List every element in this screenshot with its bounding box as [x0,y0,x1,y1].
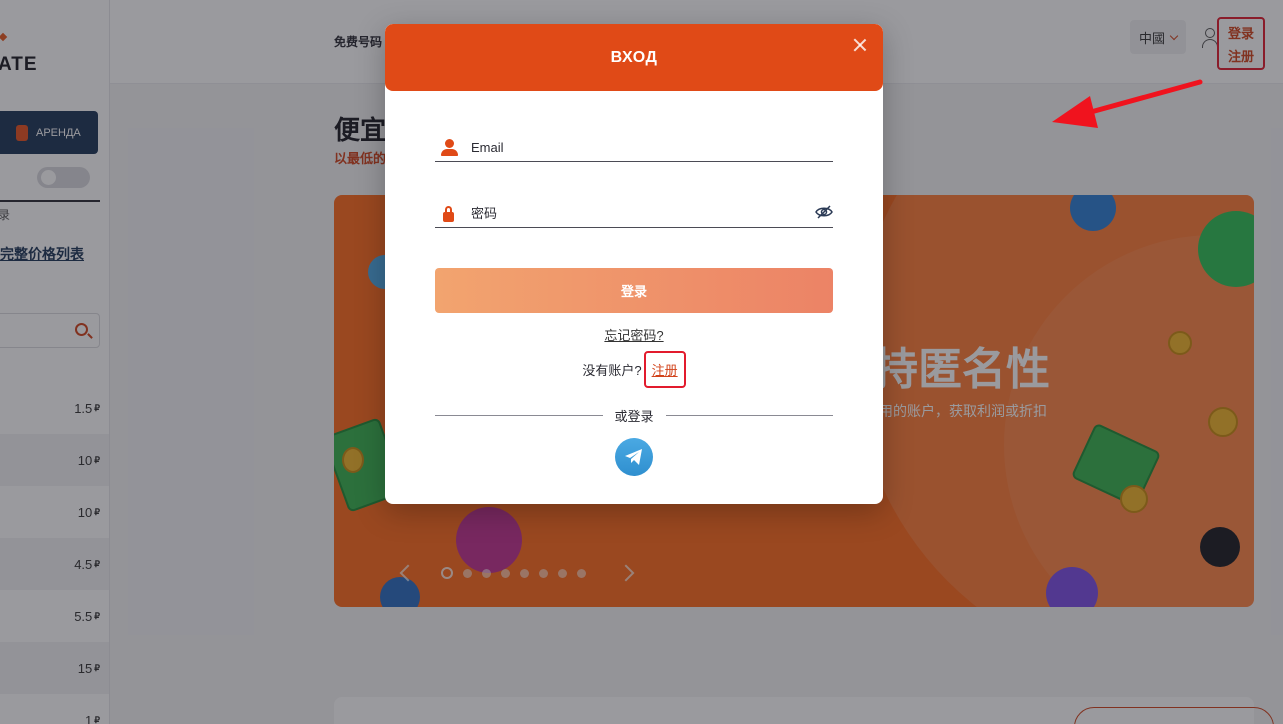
login-button[interactable]: 登录 [435,268,833,313]
eye-off-icon[interactable] [815,205,833,219]
modal-title: ВХОД [610,48,658,66]
lock-icon [441,205,461,223]
or-login-text: 或登录 [614,409,654,424]
telegram-icon [625,449,642,465]
no-account-text: 没有账户? [582,363,642,378]
email-field [435,134,833,162]
password-input[interactable] [471,201,833,226]
login-modal: ВХОД 登录 忘记密码? 没有账户? 注册 或登录 [385,24,883,504]
register-link[interactable]: 注册 [652,363,678,378]
no-account-row: 没有账户? 注册 [385,351,883,388]
user-icon [441,138,461,157]
or-login-divider: 或登录 [435,406,834,425]
register-highlight: 注册 [643,351,686,388]
email-input[interactable] [471,135,833,160]
close-icon[interactable] [853,38,867,52]
divider-line [665,415,834,416]
divider-line [435,415,603,416]
password-field [435,200,833,228]
modal-header: ВХОД [385,24,883,91]
forgot-password-row: 忘记密码? [385,325,883,344]
forgot-password-link[interactable]: 忘记密码? [604,328,663,343]
telegram-login-button[interactable] [615,438,653,476]
